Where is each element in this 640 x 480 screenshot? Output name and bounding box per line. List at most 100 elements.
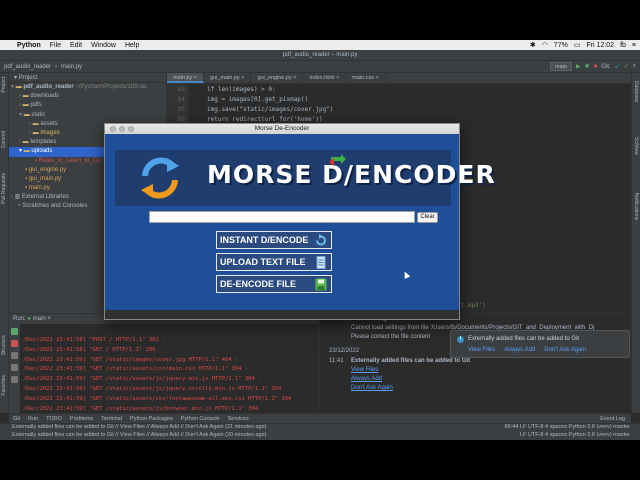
tool-terminal[interactable]: Terminal bbox=[101, 416, 122, 422]
print-icon[interactable] bbox=[11, 364, 18, 371]
balloon-dont-ask-again[interactable]: Don't Ask Again bbox=[544, 347, 586, 353]
tab-main-css[interactable]: main.css × bbox=[346, 73, 386, 83]
tab-index-html[interactable]: index.html × bbox=[303, 73, 347, 83]
tool-notifications[interactable]: Notifications bbox=[633, 193, 639, 220]
scroll-end-icon[interactable] bbox=[11, 352, 18, 359]
battery-percent[interactable]: 77% bbox=[554, 42, 568, 49]
tool-problems[interactable]: Problems bbox=[70, 416, 93, 422]
tab-gui-main-py[interactable]: gui_main.py × bbox=[204, 73, 252, 83]
git-commit-icon[interactable]: ✓ bbox=[624, 63, 629, 70]
log-status: 304 bbox=[271, 385, 282, 392]
tree-label: gui_main.py bbox=[28, 175, 62, 182]
log-text: /Dec/2022 23:41:59] "GET /static/assets/… bbox=[23, 395, 282, 402]
tool-window-bar: Git Run TODO Problems Terminal Python Pa… bbox=[9, 413, 631, 423]
tool-sciview[interactable]: SciView bbox=[633, 137, 639, 155]
library-icon: ▥ bbox=[14, 194, 21, 201]
editor-tabs: main.py × gui_main.py × gui_engine.py × … bbox=[167, 73, 631, 84]
wifi-icon[interactable]: ◠ bbox=[542, 41, 548, 49]
run-panel: Run: ● main × /Dec/2022 23:41:58] "POST … bbox=[9, 313, 631, 414]
info-icon: i bbox=[457, 336, 464, 343]
menu-user[interactable]: fb bbox=[620, 42, 626, 49]
python-icon: ● bbox=[27, 316, 31, 322]
minimize-window-icon[interactable] bbox=[119, 126, 125, 132]
tree-item-pdfs[interactable]: › ▬ pdfs bbox=[9, 101, 166, 110]
menu-edit[interactable]: Edit bbox=[70, 42, 82, 49]
log-status: 404 - bbox=[221, 356, 239, 363]
run-config-select[interactable]: main bbox=[550, 62, 572, 71]
close-icon[interactable]: × bbox=[47, 316, 51, 322]
tree-label: Scratches and Consoles bbox=[22, 203, 88, 210]
run-log[interactable]: /Dec/2022 23:41:58] "POST / HTTP/1.1" 30… bbox=[23, 336, 319, 414]
tree-label: main.py bbox=[28, 185, 50, 192]
run-icon[interactable]: ▶ bbox=[576, 63, 581, 70]
tool-favorites[interactable]: Favorites bbox=[1, 375, 7, 396]
log-status: 200 - bbox=[145, 346, 163, 353]
upload-text-file-button[interactable]: UPLOAD TEXT FILE bbox=[216, 253, 332, 271]
stop-icon[interactable]: ■ bbox=[594, 64, 598, 70]
search-icon[interactable]: ⌕ bbox=[633, 63, 636, 70]
status-widgets[interactable]: LF UTF-8 4 spaces Python 3.8 (venv) mast… bbox=[520, 432, 630, 438]
tree-label: assets bbox=[40, 120, 58, 127]
balloon-always-add[interactable]: Always Add bbox=[504, 347, 535, 353]
clear-button[interactable]: Clear bbox=[417, 212, 438, 223]
tool-structure[interactable]: Structure bbox=[1, 335, 7, 355]
tool-commit[interactable]: Commit bbox=[1, 131, 7, 148]
close-window-icon[interactable] bbox=[110, 126, 116, 132]
line-number: 84 bbox=[177, 96, 185, 103]
tool-pull-requests[interactable]: Pull Requests bbox=[1, 173, 7, 204]
tool-project[interactable]: Project bbox=[1, 77, 7, 93]
status-widgets[interactable]: 86:44 LF UTF-8 4 spaces Python 3.8 (venv… bbox=[505, 424, 630, 430]
git-update-icon[interactable]: ↙ bbox=[615, 63, 620, 70]
breadcrumb-file[interactable]: main.py bbox=[61, 64, 82, 70]
breadcrumb-project[interactable]: pdf_audio_reader bbox=[4, 64, 51, 70]
always-add-link[interactable]: Always Add bbox=[351, 376, 382, 382]
tool-python-packages[interactable]: Python Packages bbox=[130, 416, 173, 422]
tree-item-downloads[interactable]: › ▬ downloads bbox=[9, 92, 166, 101]
bluetooth-icon[interactable]: ✱ bbox=[530, 41, 536, 49]
tree-label: static bbox=[31, 111, 46, 118]
tool-python-console[interactable]: Python Console bbox=[181, 416, 220, 422]
menu-clock[interactable]: Fri 12:02 bbox=[586, 42, 614, 49]
battery-icon[interactable]: ▭ bbox=[574, 41, 581, 49]
control-center-icon[interactable]: ≡ bbox=[632, 42, 636, 49]
tool-database[interactable]: Database bbox=[633, 81, 639, 102]
rerun-icon[interactable] bbox=[11, 328, 18, 335]
tool-git[interactable]: Git bbox=[13, 416, 20, 422]
dont-ask-again-link[interactable]: Don't Ask Again bbox=[351, 385, 393, 391]
tool-run[interactable]: Run bbox=[28, 416, 38, 422]
logo-title: MORSE D/ENCODER bbox=[207, 160, 496, 189]
tree-item-static[interactable]: ▾ ▬ static bbox=[9, 111, 166, 120]
status-message[interactable]: Externally added files can be added to G… bbox=[12, 432, 266, 438]
menu-app-name[interactable]: Python bbox=[17, 42, 41, 49]
run-toolbar bbox=[9, 324, 20, 414]
menu-window[interactable]: Window bbox=[91, 42, 116, 49]
balloon-view-files[interactable]: View Files bbox=[468, 347, 495, 353]
text-input-field[interactable] bbox=[149, 211, 415, 223]
window-title: pdf_audio_reader – main.py bbox=[0, 50, 640, 61]
event-log-panel: 22:01 Load settings Cannot load settings… bbox=[319, 314, 631, 414]
folder-icon: ▬ bbox=[23, 148, 30, 155]
de-encode-file-button[interactable]: DE-ENCODE FILE bbox=[216, 275, 332, 293]
tool-todo[interactable]: TODO bbox=[46, 416, 62, 422]
scratches-icon: ◔ bbox=[17, 203, 21, 210]
tab-gui-engine-py[interactable]: gui_engine.py × bbox=[251, 73, 304, 83]
menu-help[interactable]: Help bbox=[125, 42, 139, 49]
tree-label: gui_engine.py bbox=[28, 166, 67, 173]
menu-file[interactable]: File bbox=[50, 42, 61, 49]
project-panel-header[interactable]: ▾ Project bbox=[9, 73, 166, 83]
dialog-title-bar[interactable]: Morse De-Encoder bbox=[105, 124, 459, 134]
tree-item-root[interactable]: ▾ ▬ pdf_audio_reader ~/PycharmProjects/1… bbox=[9, 83, 166, 92]
status-message[interactable]: Externally added files can be added to G… bbox=[12, 424, 266, 430]
view-files-link[interactable]: View Files bbox=[351, 367, 378, 373]
trash-icon[interactable] bbox=[11, 376, 18, 383]
tool-services[interactable]: Services bbox=[228, 416, 249, 422]
project-header-label: Project bbox=[18, 75, 38, 81]
run-label: Run: bbox=[13, 316, 26, 322]
stop-icon[interactable] bbox=[11, 340, 18, 347]
zoom-window-icon[interactable] bbox=[128, 126, 134, 132]
run-config-name[interactable]: main bbox=[33, 316, 46, 322]
tree-label: pdf_audio_reader bbox=[23, 84, 74, 90]
instant-decode-button[interactable]: INSTANT D/ENCODE bbox=[216, 231, 332, 249]
debug-icon[interactable]: ✹ bbox=[585, 63, 590, 70]
tab-main-py[interactable]: main.py × bbox=[167, 73, 205, 83]
